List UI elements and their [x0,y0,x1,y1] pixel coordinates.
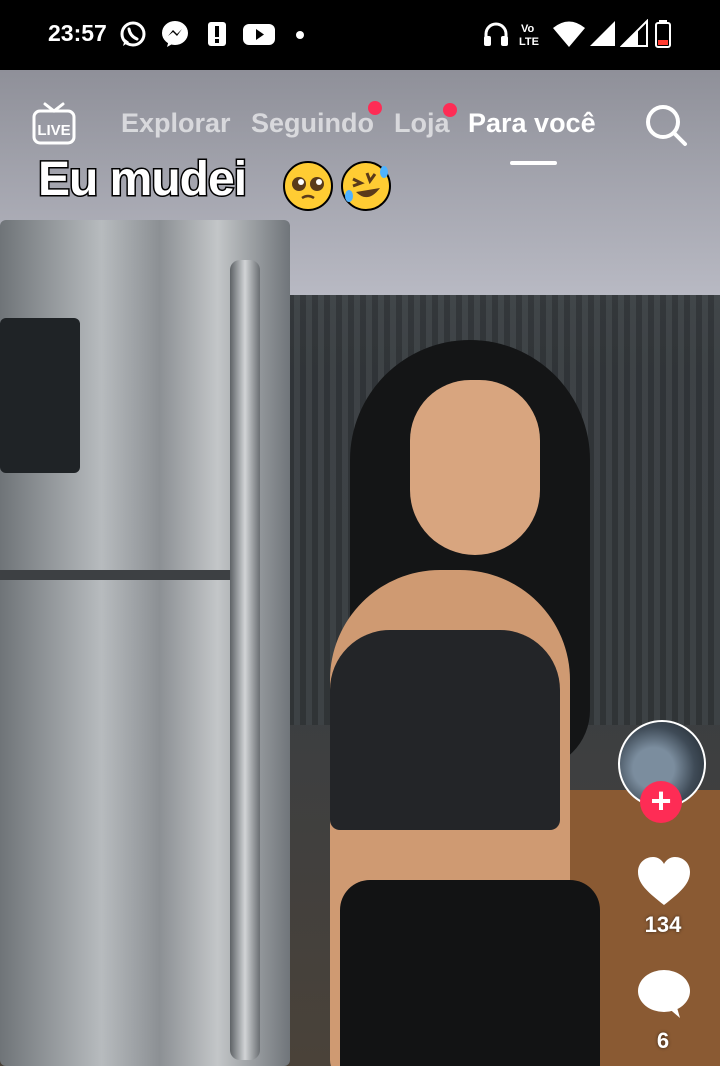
alert-icon [208,22,226,46]
heart-icon[interactable] [636,855,692,909]
live-icon[interactable]: LIVE [30,100,78,148]
comment-count: 6 [656,1028,670,1053]
tab-explorar[interactable]: Explorar [121,108,231,139]
tab-loja[interactable]: Loja [394,108,450,139]
tab-para-voce[interactable]: Para você [468,108,596,139]
wifi-icon [553,21,585,47]
tab-seguindo[interactable]: Seguindo [251,108,374,139]
follow-button[interactable]: + [640,781,682,823]
like-count: 134 [644,912,682,937]
battery-low-icon [655,20,671,48]
messenger-icon [162,21,188,47]
comment-icon[interactable] [636,968,692,1022]
video-fridge [0,220,290,1066]
pleading-face-emoji [283,161,333,211]
svg-text:Vo: Vo [521,23,535,35]
video-person [290,340,620,1066]
headphones-icon [484,22,508,46]
search-icon[interactable] [643,102,689,148]
active-tab-indicator [510,161,557,165]
video-feed[interactable] [0,70,720,1066]
volte-icon: Vo LTE [519,23,539,48]
svg-text:LIVE: LIVE [37,122,70,139]
dot-icon [296,31,304,39]
status-bar: 23:57 Vo LTE [0,0,720,70]
notification-dot [443,103,457,117]
rofl-emoji [341,161,391,211]
svg-text:LTE: LTE [519,36,539,48]
video-caption: Eu mudei [36,152,248,208]
signal-icon [620,19,648,47]
notification-dot [368,101,382,115]
youtube-icon [243,24,275,45]
whatsapp-icon [120,21,146,47]
signal-icon [590,21,615,46]
clock: 23:57 [48,20,107,46]
